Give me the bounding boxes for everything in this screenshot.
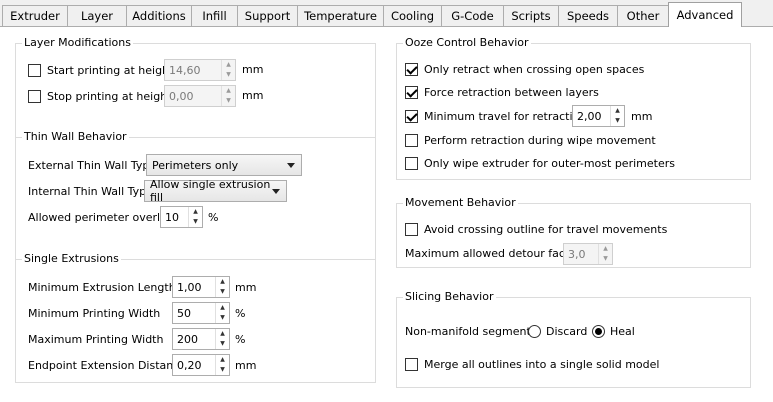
- stop-height-unit: mm: [242, 89, 264, 102]
- tab-temperature[interactable]: Temperature: [297, 5, 384, 26]
- merge-outlines-row[interactable]: Merge all outlines into a single solid m…: [405, 353, 659, 375]
- perimeter-overlap-unit: %: [208, 211, 219, 224]
- movement-title: Movement Behavior: [403, 196, 518, 209]
- tab-scripts[interactable]: Scripts: [503, 5, 559, 26]
- min-extrusion-length-spinbox[interactable]: 1,00 ▲ ▼: [172, 276, 230, 298]
- min-travel-unit: mm: [631, 110, 653, 123]
- spin-up-icon[interactable]: ▲: [216, 329, 229, 339]
- detour-factor-label: Maximum allowed detour factor: [405, 247, 581, 260]
- stop-printing-checkbox[interactable]: [28, 89, 41, 103]
- tab-additions[interactable]: Additions: [126, 5, 192, 26]
- start-height-spinbox[interactable]: 14,60 ▲ ▼: [164, 59, 236, 81]
- min-printing-width-label: Minimum Printing Width: [28, 307, 161, 320]
- thin-wall-title: Thin Wall Behavior: [22, 130, 129, 143]
- tab-speeds[interactable]: Speeds: [558, 5, 618, 26]
- only-wipe-row[interactable]: Only wipe extruder for outer-most perime…: [405, 152, 675, 174]
- heal-radio[interactable]: [592, 324, 605, 338]
- spin-up-icon[interactable]: ▲: [216, 355, 229, 365]
- avoid-crossing-checkbox[interactable]: [405, 222, 418, 236]
- spin-up-icon[interactable]: ▲: [189, 207, 202, 217]
- max-printing-width-spinbox[interactable]: 200 ▲ ▼: [172, 328, 230, 350]
- spin-up-icon[interactable]: ▲: [222, 86, 235, 96]
- tab-support[interactable]: Support: [237, 5, 298, 26]
- only-wipe-checkbox[interactable]: [405, 156, 418, 170]
- perimeter-overlap-spinbox[interactable]: 10 ▲ ▼: [160, 206, 203, 228]
- spin-up-icon[interactable]: ▲: [222, 60, 235, 70]
- chevron-down-icon: [272, 189, 280, 194]
- stop-height-spinbox[interactable]: 0,00 ▲ ▼: [164, 85, 236, 107]
- merge-outlines-checkbox[interactable]: [405, 357, 418, 371]
- detour-factor-spinbox[interactable]: 3,0 ▲ ▼: [563, 243, 613, 265]
- start-printing-label: Start printing at height: [47, 63, 174, 77]
- slicing-group: Slicing Behavior Non-manifold segments: …: [396, 290, 751, 388]
- spin-down-icon[interactable]: ▼: [216, 287, 229, 297]
- spin-up-icon[interactable]: ▲: [611, 106, 624, 116]
- slicing-title: Slicing Behavior: [403, 290, 496, 303]
- layer-modifications-group: Layer Modifications Start printing at he…: [15, 36, 376, 141]
- max-printing-width-unit: %: [235, 333, 246, 346]
- ooze-control-group: Ooze Control Behavior Only retract when …: [396, 36, 751, 180]
- discard-radio-row[interactable]: Discard: [528, 320, 587, 342]
- spin-down-icon[interactable]: ▼: [599, 254, 612, 264]
- single-extrusions-group: Single Extrusions Minimum Extrusion Leng…: [15, 252, 376, 383]
- perimeter-overlap-label: Allowed perimeter overlap: [28, 211, 174, 224]
- spin-up-icon[interactable]: ▲: [216, 303, 229, 313]
- endpoint-extension-label: Endpoint Extension Distance: [28, 359, 187, 372]
- start-printing-checkbox[interactable]: [28, 63, 41, 77]
- ooze-control-title: Ooze Control Behavior: [403, 36, 531, 49]
- min-travel-checkbox[interactable]: [405, 109, 418, 123]
- spin-up-icon[interactable]: ▲: [599, 244, 612, 254]
- avoid-crossing-row[interactable]: Avoid crossing outline for travel moveme…: [405, 218, 667, 240]
- tab-layer[interactable]: Layer: [67, 5, 127, 26]
- tab-bar: Extruder Layer Additions Infill Support …: [0, 0, 773, 27]
- min-extrusion-length-unit: mm: [235, 281, 257, 294]
- spin-down-icon[interactable]: ▼: [189, 217, 202, 227]
- layer-modifications-title: Layer Modifications: [22, 36, 133, 49]
- heal-radio-row[interactable]: Heal: [592, 320, 635, 342]
- force-retract-row[interactable]: Force retraction between layers: [405, 81, 599, 103]
- discard-radio[interactable]: [528, 324, 541, 338]
- tab-extruder[interactable]: Extruder: [2, 5, 68, 26]
- spin-down-icon[interactable]: ▼: [216, 339, 229, 349]
- chevron-down-icon: [287, 163, 295, 168]
- endpoint-extension-unit: mm: [235, 359, 257, 372]
- min-printing-width-unit: %: [235, 307, 246, 320]
- stop-printing-row[interactable]: Stop printing at height: [28, 85, 171, 107]
- external-thin-wall-dropdown[interactable]: Perimeters only: [146, 154, 302, 176]
- start-printing-row[interactable]: Start printing at height: [28, 59, 173, 81]
- tab-advanced[interactable]: Advanced: [668, 2, 742, 27]
- advanced-panel: Layer Modifications Start printing at he…: [0, 26, 773, 402]
- min-travel-spinbox[interactable]: 2,00 ▲ ▼: [572, 105, 625, 127]
- tab-cooling[interactable]: Cooling: [383, 5, 442, 26]
- tab-infill[interactable]: Infill: [191, 5, 238, 26]
- wipe-retract-checkbox[interactable]: [405, 133, 418, 147]
- only-retract-checkbox[interactable]: [405, 62, 418, 76]
- tab-gcode[interactable]: G-Code: [441, 5, 504, 26]
- spin-down-icon[interactable]: ▼: [611, 116, 624, 126]
- external-thin-wall-label: External Thin Wall Type: [28, 159, 157, 172]
- internal-thin-wall-dropdown[interactable]: Allow single extrusion fill: [144, 178, 287, 204]
- endpoint-extension-spinbox[interactable]: 0,20 ▲ ▼: [172, 354, 230, 376]
- start-height-unit: mm: [242, 63, 264, 76]
- spin-down-icon[interactable]: ▼: [216, 313, 229, 323]
- min-extrusion-length-label: Minimum Extrusion Length: [28, 281, 176, 294]
- min-printing-width-spinbox[interactable]: 50 ▲ ▼: [172, 302, 230, 324]
- spin-up-icon[interactable]: ▲: [216, 277, 229, 287]
- non-manifold-label: Non-manifold segments:: [405, 325, 541, 338]
- thin-wall-group: Thin Wall Behavior External Thin Wall Ty…: [15, 130, 376, 260]
- spin-down-icon[interactable]: ▼: [216, 365, 229, 375]
- stop-printing-label: Stop printing at height: [47, 89, 172, 103]
- movement-group: Movement Behavior Avoid crossing outline…: [396, 196, 751, 268]
- force-retract-checkbox[interactable]: [405, 85, 418, 99]
- only-retract-row[interactable]: Only retract when crossing open spaces: [405, 58, 644, 80]
- wipe-retract-row[interactable]: Perform retraction during wipe movement: [405, 129, 656, 151]
- max-printing-width-label: Maximum Printing Width: [28, 333, 164, 346]
- internal-thin-wall-label: Internal Thin Wall Type: [28, 185, 153, 198]
- spin-down-icon[interactable]: ▼: [222, 70, 235, 80]
- tab-other[interactable]: Other: [617, 5, 669, 26]
- spin-down-icon[interactable]: ▼: [222, 96, 235, 106]
- single-extrusions-title: Single Extrusions: [22, 252, 121, 265]
- min-travel-row[interactable]: Minimum travel for retraction: [405, 105, 586, 127]
